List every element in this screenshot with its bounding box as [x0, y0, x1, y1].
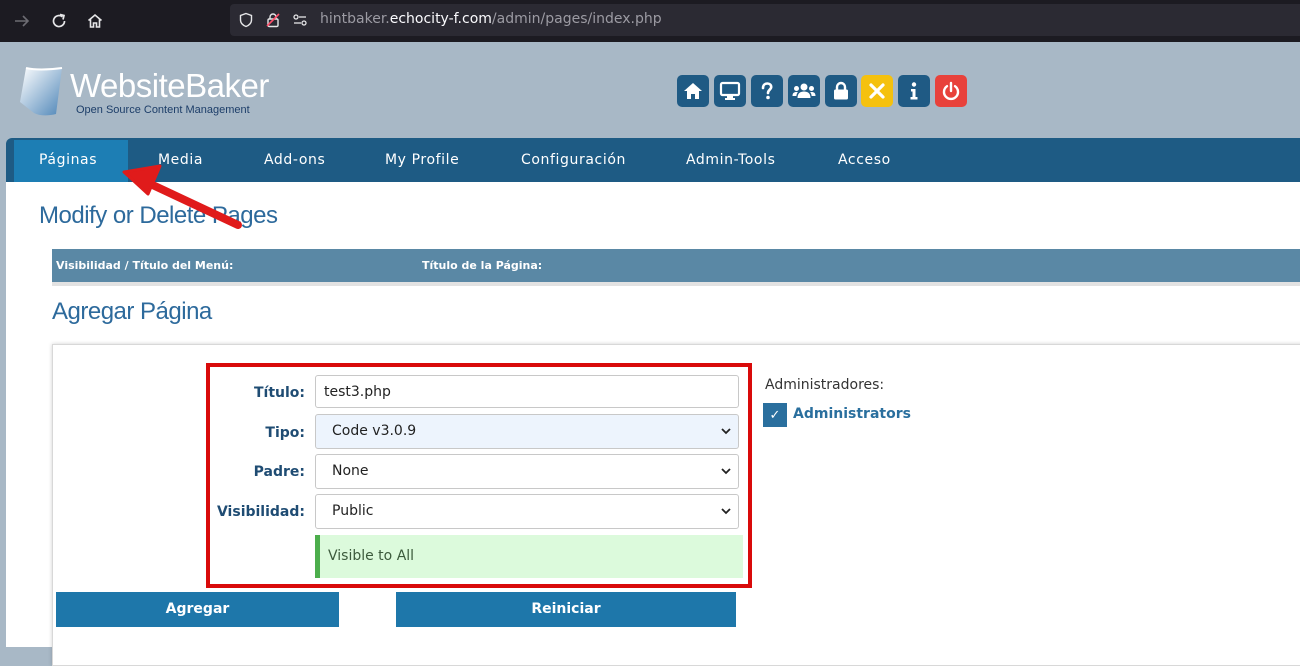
visibility-note: Visible to All [315, 535, 743, 578]
main-nav: Páginas Media Add-ons My Profile Configu… [6, 138, 1300, 182]
url-text[interactable]: hintbaker.echocity-f.com/admin/pages/ind… [320, 11, 662, 27]
padre-label: Padre: [253, 464, 305, 480]
titulo-label: Título: [253, 385, 305, 401]
lock-button[interactable] [825, 75, 857, 107]
lock-icon [834, 81, 848, 100]
forward-icon[interactable] [10, 9, 34, 33]
administrators-group-label[interactable]: Administrators [793, 406, 911, 422]
chevron-down-icon [721, 508, 731, 515]
nav-item-admin-tools[interactable]: Admin-Tools [686, 138, 775, 182]
visibilidad-label: Visibilidad: [216, 504, 305, 520]
close-icon [869, 83, 885, 99]
users-button[interactable] [788, 75, 820, 107]
pages-table-header: Visibilidad / Título del Menú: Título de… [52, 249, 1300, 286]
padre-value: None [332, 463, 369, 479]
visibilidad-select[interactable]: Public [315, 494, 739, 529]
info-button[interactable] [898, 75, 930, 107]
insecure-lock-icon[interactable] [265, 12, 281, 28]
titulo-value: test3.php [324, 384, 391, 400]
nav-item-acceso[interactable]: Acceso [838, 138, 891, 182]
websitebaker-logo[interactable]: WebsiteBaker Open Source Content Managem… [18, 66, 288, 122]
chevron-down-icon [721, 428, 731, 435]
close-button[interactable] [861, 75, 893, 107]
nav-item-my-profile[interactable]: My Profile [385, 138, 459, 182]
info-icon [910, 82, 918, 100]
chevron-down-icon [721, 468, 731, 475]
logout-button[interactable] [935, 75, 967, 107]
nav-item-media[interactable]: Media [158, 138, 203, 182]
nav-item-addons[interactable]: Add-ons [264, 138, 325, 182]
reiniciar-button[interactable]: Reiniciar [396, 592, 736, 627]
permissions-icon[interactable] [292, 12, 308, 28]
tipo-value: Code v3.0.9 [332, 423, 417, 439]
home-button[interactable] [677, 75, 709, 107]
reload-icon[interactable] [47, 9, 71, 33]
view-button[interactable] [714, 75, 746, 107]
shield-icon [238, 12, 254, 28]
modify-pages-title: Modify or Delete Pages [39, 202, 278, 229]
content-area: Modify or Delete Pages Visibilidad / Tít… [6, 182, 1300, 666]
padre-select[interactable]: None [315, 454, 739, 489]
nav-item-paginas[interactable]: Páginas [39, 138, 97, 182]
visibilidad-value: Public [332, 503, 374, 519]
logo-icon [20, 67, 63, 116]
visibility-note-text: Visible to All [328, 548, 415, 564]
administradores-label: Administradores: [765, 377, 885, 393]
url-bar[interactable]: hintbaker.echocity-f.com/admin/pages/ind… [230, 4, 1300, 36]
monitor-icon [719, 81, 741, 100]
add-page-title: Agregar Página [52, 298, 212, 325]
logo-title: WebsiteBaker [70, 67, 269, 104]
tipo-select[interactable]: Code v3.0.9 [315, 414, 739, 449]
tipo-label: Tipo: [265, 425, 305, 441]
home-icon[interactable] [83, 9, 107, 33]
check-icon: ✓ [769, 407, 781, 423]
agregar-button[interactable]: Agregar [56, 592, 339, 627]
question-icon [761, 82, 773, 100]
users-icon [792, 83, 816, 98]
logo-subtitle: Open Source Content Management [76, 104, 250, 116]
nav-item-configuracion[interactable]: Configuración [521, 138, 626, 182]
column-header-visibility: Visibilidad / Título del Menú: [56, 259, 234, 272]
titulo-input[interactable]: test3.php [315, 375, 739, 408]
browser-toolbar: hintbaker.echocity-f.com/admin/pages/ind… [0, 0, 1300, 42]
home-icon [684, 83, 702, 99]
column-header-page-title: Título de la Página: [422, 259, 543, 272]
power-icon [942, 81, 960, 101]
administrators-checkbox[interactable]: ✓ [763, 403, 787, 427]
help-button[interactable] [751, 75, 783, 107]
